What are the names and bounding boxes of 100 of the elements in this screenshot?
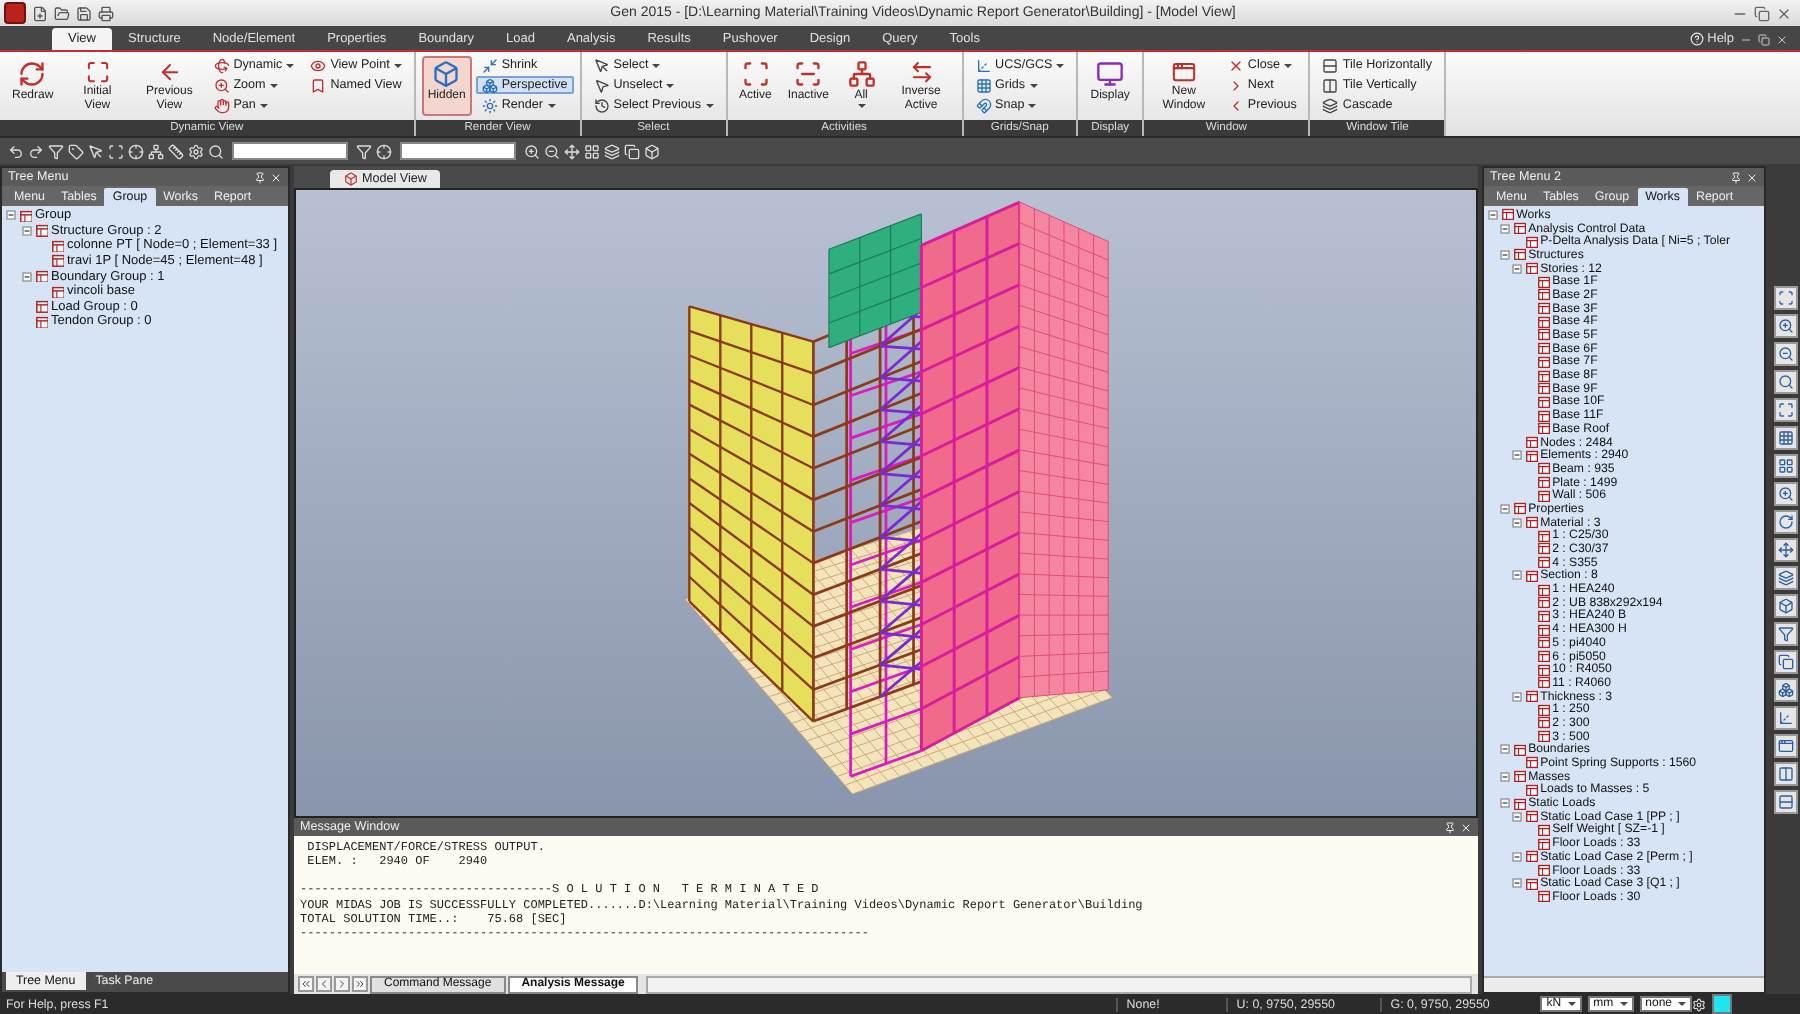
pin-icon[interactable] bbox=[1730, 171, 1742, 183]
folder-icon[interactable] bbox=[54, 5, 70, 21]
cube-icon[interactable] bbox=[644, 143, 660, 159]
redo-icon[interactable] bbox=[28, 143, 44, 159]
toolbar-button[interactable] bbox=[1773, 790, 1797, 814]
toolbar-button[interactable] bbox=[1773, 566, 1797, 590]
filter-icon[interactable] bbox=[48, 143, 64, 159]
collapse-icon[interactable] bbox=[1512, 691, 1522, 702]
frame-corners-icon bbox=[1777, 402, 1793, 418]
cube-icon bbox=[1777, 598, 1793, 614]
pin-icon[interactable] bbox=[1444, 821, 1456, 833]
color-swatch[interactable] bbox=[1712, 994, 1732, 1014]
collapse-icon[interactable] bbox=[1512, 878, 1522, 889]
toolbar-button[interactable] bbox=[1773, 342, 1797, 366]
layers-icon bbox=[1777, 570, 1793, 586]
cube-icon bbox=[344, 172, 358, 186]
layers-icon[interactable] bbox=[604, 143, 620, 159]
toolbar-button[interactable] bbox=[1773, 734, 1797, 758]
window-icon bbox=[1169, 60, 1198, 85]
collapse-icon[interactable] bbox=[1488, 209, 1498, 220]
toolbar-button[interactable] bbox=[1773, 650, 1797, 674]
collapse-icon[interactable] bbox=[1500, 744, 1510, 755]
close-icon[interactable] bbox=[1776, 5, 1792, 21]
boxes-icon bbox=[481, 77, 498, 93]
collapse-icon[interactable] bbox=[1512, 811, 1522, 822]
last-button[interactable] bbox=[352, 976, 368, 992]
toolbar-button[interactable] bbox=[1773, 286, 1797, 310]
collapse-icon[interactable] bbox=[1512, 570, 1522, 581]
toolbar-button[interactable] bbox=[1773, 510, 1797, 534]
double-chevron-right-icon bbox=[354, 978, 366, 990]
zoom-out-icon bbox=[1777, 346, 1793, 362]
collapse-icon[interactable] bbox=[1500, 771, 1510, 782]
collapse-icon[interactable] bbox=[22, 225, 32, 236]
toolbar-button[interactable] bbox=[1773, 706, 1797, 730]
model-view[interactable] bbox=[294, 188, 1478, 818]
grid-icon bbox=[1777, 458, 1793, 474]
frame-icon[interactable] bbox=[108, 143, 124, 159]
history-icon bbox=[593, 97, 610, 113]
caret-icon bbox=[1567, 1002, 1576, 1006]
frame-icon bbox=[51, 285, 64, 299]
grid-icon bbox=[1777, 430, 1793, 446]
search-icon[interactable] bbox=[208, 143, 224, 159]
collapse-icon[interactable] bbox=[1500, 798, 1510, 809]
horizontal-scrollbar[interactable] bbox=[646, 975, 1472, 993]
toolbar-button[interactable] bbox=[1773, 482, 1797, 506]
settings-icon[interactable] bbox=[1692, 997, 1706, 1011]
grid-icon bbox=[975, 77, 992, 93]
toolbar-button[interactable] bbox=[1773, 622, 1797, 646]
app-logo[interactable] bbox=[4, 2, 26, 24]
collapse-icon[interactable] bbox=[22, 271, 32, 282]
frame-icon bbox=[19, 209, 32, 223]
pin-icon[interactable] bbox=[254, 171, 266, 183]
horizontal-scrollbar[interactable] bbox=[1484, 976, 1764, 992]
hand-icon bbox=[213, 97, 230, 113]
collapse-icon[interactable] bbox=[1512, 450, 1522, 461]
collapse-icon[interactable] bbox=[6, 210, 16, 221]
collapse-icon[interactable] bbox=[1512, 263, 1522, 274]
input-field[interactable] bbox=[400, 142, 516, 160]
toolbar-button[interactable] bbox=[1773, 762, 1797, 786]
filter-icon[interactable] bbox=[356, 143, 372, 159]
toolbar-button[interactable] bbox=[1773, 370, 1797, 394]
collapse-icon[interactable] bbox=[1512, 851, 1522, 862]
shrink-icon bbox=[481, 57, 498, 73]
move-icon[interactable] bbox=[564, 143, 580, 159]
frame-icon bbox=[741, 60, 770, 88]
save-icon[interactable] bbox=[76, 5, 92, 21]
collapse-icon[interactable] bbox=[1500, 503, 1510, 514]
toolbar-button[interactable] bbox=[1773, 594, 1797, 618]
toolbar-button[interactable] bbox=[1773, 454, 1797, 478]
restore-icon[interactable] bbox=[1754, 5, 1770, 21]
nodes-icon[interactable] bbox=[148, 143, 164, 159]
toolbar-button[interactable] bbox=[1773, 314, 1797, 338]
previous-button[interactable] bbox=[316, 976, 332, 992]
input-field[interactable] bbox=[232, 142, 348, 160]
toolbar-button[interactable] bbox=[1773, 678, 1797, 702]
zoom-out-icon[interactable] bbox=[544, 143, 560, 159]
toolbar-button[interactable] bbox=[1773, 538, 1797, 562]
grid-icon[interactable] bbox=[584, 143, 600, 159]
restore-icon[interactable] bbox=[1758, 33, 1770, 45]
undo-icon[interactable] bbox=[8, 143, 24, 159]
tag-icon[interactable] bbox=[68, 143, 84, 159]
frame-icon bbox=[35, 224, 48, 238]
next-button[interactable] bbox=[334, 976, 350, 992]
chevron-left-icon bbox=[318, 978, 330, 990]
boxes-icon bbox=[1777, 682, 1793, 698]
pointer-icon[interactable] bbox=[88, 143, 104, 159]
settings-icon[interactable] bbox=[188, 143, 204, 159]
collapse-icon[interactable] bbox=[1500, 223, 1510, 234]
ruler-icon[interactable] bbox=[168, 143, 184, 159]
zoom-in-icon[interactable] bbox=[524, 143, 540, 159]
toolbar-button[interactable] bbox=[1773, 398, 1797, 422]
printer-icon[interactable] bbox=[98, 5, 114, 21]
collapse-icon[interactable] bbox=[1500, 249, 1510, 260]
crosshair-icon[interactable] bbox=[376, 143, 392, 159]
new-file-icon[interactable] bbox=[32, 5, 48, 21]
crosshair-icon[interactable] bbox=[128, 143, 144, 159]
copy-icon[interactable] bbox=[624, 143, 640, 159]
collapse-icon[interactable] bbox=[1512, 517, 1522, 528]
first-button[interactable] bbox=[298, 976, 314, 992]
toolbar-button[interactable] bbox=[1773, 426, 1797, 450]
